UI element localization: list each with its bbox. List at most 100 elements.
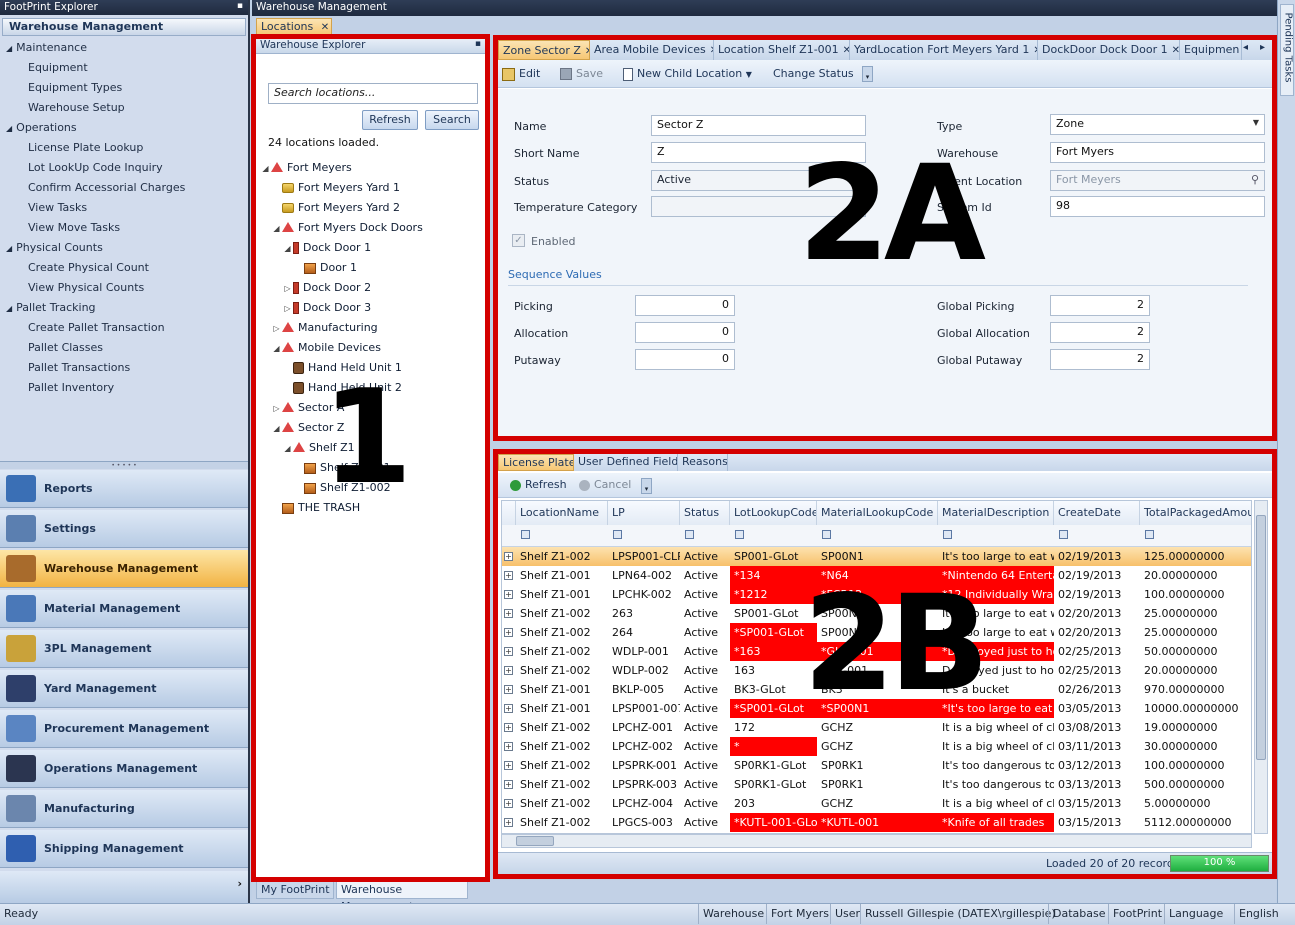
nav-button-manufacturing[interactable]: Manufacturing: [0, 790, 248, 828]
expand-icon[interactable]: ▷: [271, 399, 282, 419]
nav-button-reports[interactable]: Reports: [0, 470, 248, 508]
nav-tree-item[interactable]: Equipment: [28, 58, 88, 78]
grid-refresh-button[interactable]: Refresh: [510, 475, 567, 495]
grid-row[interactable]: + Shelf Z1-002 LPSP001-CLP Active SP001-GLot…: [502, 547, 1251, 566]
nav-tree-item[interactable]: Pallet Transactions: [28, 358, 130, 378]
grid-row[interactable]: + Shelf Z1-002 LPCHZ-002 Active * GCHZ It is a…: [502, 737, 1251, 756]
expand-row-icon[interactable]: +: [504, 552, 513, 561]
expand-icon[interactable]: ◢: [6, 304, 12, 313]
nav-tree-group[interactable]: ◢ Physical Counts: [6, 238, 103, 258]
filter-icon[interactable]: [1145, 530, 1154, 539]
tab-locations[interactable]: Locations ✕: [256, 18, 332, 36]
refresh-button[interactable]: Refresh: [362, 110, 418, 130]
grid-row[interactable]: + Shelf Z1-002 LPGCS-003 Active *KUTL-001-GL…: [502, 813, 1251, 832]
expand-icon[interactable]: ▷: [282, 299, 293, 319]
allocation-field[interactable]: 0: [635, 322, 735, 343]
toolbar-overflow-icon[interactable]: ▾: [862, 66, 873, 82]
expand-row-icon[interactable]: +: [504, 647, 513, 656]
location-tree-item[interactable]: ◢ Mobile Devices: [271, 338, 381, 358]
expand-row-icon[interactable]: +: [504, 666, 513, 675]
chevron-down-icon[interactable]: ›: [237, 877, 242, 890]
system-id-field[interactable]: 98: [1050, 196, 1265, 217]
search-button[interactable]: Search: [425, 110, 479, 130]
expand-row-icon[interactable]: +: [504, 628, 513, 637]
expand-row-icon[interactable]: +: [504, 818, 513, 827]
nav-tree-item[interactable]: View Physical Counts: [28, 278, 144, 298]
filter-icon[interactable]: [685, 530, 694, 539]
pending-tasks-tab[interactable]: Pending Tasks: [1280, 4, 1294, 96]
nav-tree-item[interactable]: Warehouse Setup: [28, 98, 125, 118]
filter-icon[interactable]: [1059, 530, 1068, 539]
grid-row[interactable]: + Shelf Z1-002 LPCHZ-004 Active 203 GCHZ It is…: [502, 794, 1251, 813]
collapse-icon[interactable]: ◢: [271, 339, 282, 359]
grid-tab[interactable]: License Plates: [498, 454, 574, 471]
expand-row-icon[interactable]: +: [504, 761, 513, 770]
editor-tab[interactable]: Location Shelf Z1-001 ✕: [714, 40, 850, 60]
close-icon[interactable]: ✕: [843, 45, 849, 56]
section-header-warehouse[interactable]: Warehouse Management: [2, 18, 246, 36]
nav-tree-item[interactable]: License Plate Lookup: [28, 138, 143, 158]
vertical-scroll-thumb[interactable]: [1256, 515, 1266, 760]
nav-tree-item[interactable]: Pallet Inventory: [28, 378, 114, 398]
expand-row-icon[interactable]: +: [504, 571, 513, 580]
expand-icon[interactable]: ▷: [271, 319, 282, 339]
bottom-tab[interactable]: My FootPrint: [256, 880, 334, 899]
collapse-icon[interactable]: ◢: [260, 159, 271, 179]
parent-location-field[interactable]: Fort Meyers ⚲: [1050, 170, 1265, 191]
nav-tree-item[interactable]: View Tasks: [28, 198, 87, 218]
nav-button-operations-management[interactable]: Operations Management: [0, 750, 248, 788]
location-tree-item[interactable]: Fort Meyers Yard 2: [271, 198, 400, 218]
collapse-icon[interactable]: ◢: [271, 219, 282, 239]
warehouse-field[interactable]: Fort Myers: [1050, 142, 1265, 163]
expand-row-icon[interactable]: +: [504, 609, 513, 618]
nav-tree-item[interactable]: Confirm Accessorial Charges: [28, 178, 185, 198]
name-field[interactable]: Sector Z: [651, 115, 866, 136]
enabled-checkbox[interactable]: ✓: [512, 234, 525, 247]
nav-tree-group[interactable]: ◢ Pallet Tracking: [6, 298, 96, 318]
location-tree-item[interactable]: ◢ Dock Door 1: [282, 238, 371, 258]
save-button[interactable]: Save: [560, 64, 603, 84]
location-tree-item[interactable]: ▷ Manufacturing: [271, 318, 377, 339]
expand-icon[interactable]: ◢: [6, 244, 12, 253]
filter-icon[interactable]: [521, 530, 530, 539]
grid-column-header[interactable]: MaterialDescription: [938, 501, 1054, 525]
expand-row-icon[interactable]: +: [504, 685, 513, 694]
putaway-field[interactable]: 0: [635, 349, 735, 370]
grid-row[interactable]: + Shelf Z1-002 LPSPRK-001 Active SP0RK1-GLot…: [502, 756, 1251, 775]
expand-row-icon[interactable]: +: [504, 590, 513, 599]
close-icon[interactable]: ✕: [1172, 45, 1179, 56]
expand-row-icon[interactable]: +: [504, 742, 513, 751]
nav-tree-group[interactable]: ◢ Operations: [6, 118, 77, 138]
expand-row-icon[interactable]: +: [504, 799, 513, 808]
type-select[interactable]: Zone ▼: [1050, 114, 1265, 135]
nav-tree-item[interactable]: Pallet Classes: [28, 338, 103, 358]
location-tree-item[interactable]: ◢ Fort Meyers: [260, 158, 351, 179]
nav-button-material-management[interactable]: Material Management: [0, 590, 248, 628]
pin-icon[interactable]: ▪: [475, 39, 481, 49]
nav-tree-group[interactable]: ◢ Maintenance: [6, 38, 87, 58]
location-tree-item[interactable]: ◢ Fort Myers Dock Doors: [271, 218, 422, 239]
picking-field[interactable]: 0: [635, 295, 735, 316]
grid-column-header[interactable]: CreateDate: [1054, 501, 1140, 525]
bottom-tab[interactable]: Warehouse Management: [336, 880, 468, 913]
editor-tab[interactable]: Equipmen: [1180, 40, 1242, 60]
grid-tab[interactable]: User Defined Fields: [574, 454, 678, 471]
expand-row-icon[interactable]: +: [504, 704, 513, 713]
global-putaway-field[interactable]: 2: [1050, 349, 1150, 370]
grid-row[interactable]: + Shelf Z1-002 LPSPRK-003 Active SP0RK1-GLot…: [502, 775, 1251, 794]
nav-button-procurement-management[interactable]: Procurement Management: [0, 710, 248, 748]
horizontal-scrollbar[interactable]: [501, 834, 1252, 848]
grid-column-header[interactable]: LocationName: [516, 501, 608, 525]
location-tree-item[interactable]: ▷ Dock Door 3: [282, 298, 371, 318]
location-tree-item[interactable]: ▷ Dock Door 2: [282, 278, 371, 298]
grid-column-header[interactable]: MaterialLookupCode: [817, 501, 938, 525]
horizontal-scroll-thumb[interactable]: [516, 836, 554, 846]
filter-icon[interactable]: [613, 530, 622, 539]
change-status-button[interactable]: Change Status: [773, 64, 854, 84]
grid-tab[interactable]: Reasons: [678, 454, 728, 471]
search-locations-input[interactable]: Search locations...: [268, 83, 478, 104]
editor-tab[interactable]: YardLocation Fort Meyers Yard 1✕: [850, 40, 1038, 60]
chevron-right-icon[interactable]: ▸: [1260, 42, 1265, 53]
grid-column-header[interactable]: LP: [608, 501, 680, 525]
expand-row-icon[interactable]: +: [504, 780, 513, 789]
